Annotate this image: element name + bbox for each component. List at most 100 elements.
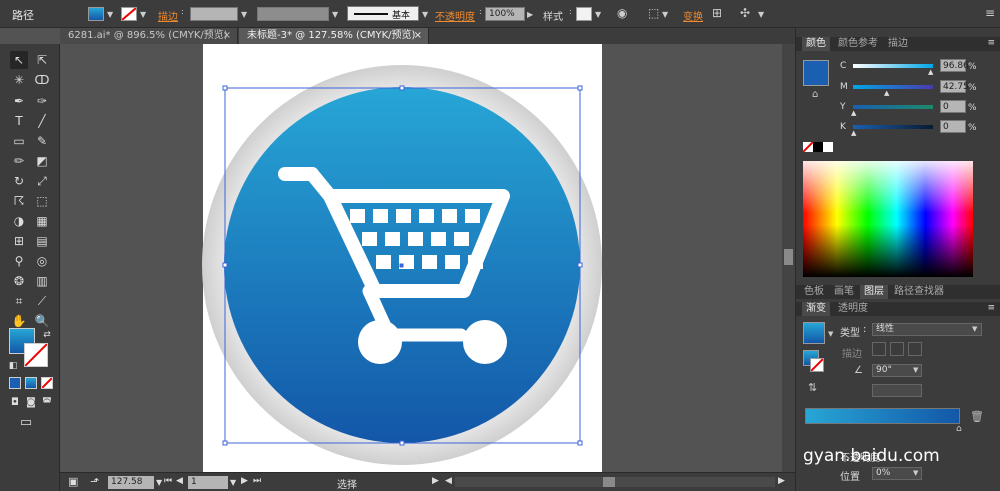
stroke-dropdown-icon[interactable]: ▼ (140, 10, 146, 19)
color-spectrum[interactable] (803, 161, 973, 277)
slider-handle-icon[interactable]: ▲ (928, 68, 933, 76)
magic-wand-tool-icon[interactable]: ✳ (10, 71, 28, 89)
warp-tool-icon[interactable]: ☈ (10, 192, 28, 210)
align-dropdown-icon[interactable]: ▼ (662, 10, 668, 19)
artboard-tool-icon[interactable]: ⌗ (10, 292, 28, 310)
white-swatch[interactable] (823, 142, 833, 152)
pencil-tool-icon[interactable]: ✏ (10, 152, 28, 170)
gradient-stroke-none[interactable] (810, 358, 824, 372)
gradient-type-select[interactable]: 线性 (872, 323, 982, 336)
stroke-across-icon[interactable] (908, 342, 922, 356)
artboard-number-field[interactable]: 1 (188, 476, 228, 489)
tab-stroke[interactable]: 描边 (884, 37, 912, 51)
next-artboard-icon[interactable]: ▶ (241, 476, 248, 486)
tab-brushes[interactable]: 画笔 (830, 285, 858, 299)
selection-tool-icon[interactable]: ↖ (10, 51, 28, 69)
curvature-tool-icon[interactable]: ✑ (33, 92, 51, 110)
blend-tool-icon[interactable]: ◎ (33, 252, 51, 270)
yellow-value[interactable]: 0 (940, 100, 966, 113)
graphic-style-swatch[interactable] (576, 7, 592, 21)
opacity-field[interactable]: 100% (485, 7, 525, 21)
tab-document-2[interactable]: 未标题-3* @ 127.58% (CMYK/预览) × (239, 28, 429, 44)
gradient-slider[interactable] (805, 408, 960, 424)
gradient-tool-icon[interactable]: ▤ (33, 232, 51, 250)
tab-pathfinder[interactable]: 路径查找器 (890, 285, 948, 299)
tab-transparency[interactable]: 透明度 (834, 302, 872, 316)
type-dropdown-icon[interactable]: ▼ (972, 325, 977, 333)
brush-definition-field[interactable]: 基本 (347, 6, 419, 21)
artboard-dropdown-icon[interactable]: ▼ (230, 478, 236, 487)
mesh-tool-icon[interactable]: ⊞ (10, 232, 28, 250)
color-mode-button[interactable] (9, 377, 21, 389)
fill-swatch[interactable] (88, 7, 104, 21)
transform-dropdown-icon[interactable]: ▼ (758, 10, 764, 19)
cyan-value[interactable]: 96.86 (940, 59, 969, 72)
stroke-along-icon[interactable] (890, 342, 904, 356)
slider-handle-icon[interactable]: ▲ (851, 109, 856, 117)
slider-handle-icon[interactable]: ▲ (884, 89, 889, 97)
tab-gradient[interactable]: 渐变 (802, 302, 830, 316)
location-dropdown-icon[interactable]: ▼ (913, 469, 918, 477)
black-swatch[interactable] (813, 142, 823, 152)
previous-artboard-icon[interactable]: ◀ (176, 476, 183, 486)
transform-link[interactable]: 变换 (683, 8, 703, 23)
align-selection-icon[interactable]: ⬚ (648, 6, 659, 20)
stroke-color-box[interactable] (24, 343, 48, 367)
aspect-ratio-field[interactable] (872, 384, 922, 397)
reverse-gradient-icon[interactable]: ⇅ (808, 381, 817, 394)
swap-fill-stroke-icon[interactable]: ⇄ (38, 326, 56, 344)
color-fill-preview[interactable] (803, 60, 829, 86)
brush-dropdown-icon[interactable]: ▼ (422, 10, 428, 19)
tab-color[interactable]: 颜色 (802, 37, 830, 51)
gradient-preview[interactable] (803, 322, 825, 344)
none-mode-button[interactable] (41, 377, 53, 389)
yellow-slider[interactable] (853, 105, 933, 109)
panel-menu-icon[interactable]: ≡ (987, 38, 995, 48)
rotate-tool-icon[interactable]: ↻ (10, 172, 28, 190)
panel-menu-icon[interactable]: ≡ (987, 303, 995, 313)
out-of-gamut-icon[interactable]: ⌂ (812, 89, 818, 100)
type-tool-icon[interactable]: T (10, 112, 28, 130)
horizontal-scrollbar[interactable] (455, 477, 775, 487)
free-transform-tool-icon[interactable]: ⬚ (33, 192, 51, 210)
gradient-dropdown-icon[interactable]: ▼ (828, 330, 833, 338)
gradient-stop-icon[interactable]: ⌂ (956, 424, 962, 434)
shape-builder-tool-icon[interactable]: ◑ (10, 212, 28, 230)
close-icon[interactable]: × (414, 28, 422, 44)
tab-color-guide[interactable]: 颜色参考 (834, 37, 882, 51)
opacity-dropdown-icon[interactable]: ▶ (527, 10, 533, 19)
magenta-value[interactable]: 42.75 (940, 80, 969, 93)
delete-stop-icon[interactable]: 🗑 (970, 410, 984, 423)
stroke-label[interactable]: 描边 (158, 8, 178, 23)
eraser-tool-icon[interactable]: ◩ (33, 152, 51, 170)
cyan-slider[interactable] (853, 64, 933, 68)
black-value[interactable]: 0 (940, 120, 966, 133)
scroll-thumb[interactable] (784, 249, 793, 265)
canvas-area[interactable] (60, 44, 782, 472)
zoom-dropdown-icon[interactable]: ▼ (156, 478, 162, 487)
eyedropper-tool-icon[interactable]: ⚲ (10, 252, 28, 270)
isolate-icon[interactable]: ⊞ (712, 6, 722, 20)
lasso-tool-icon[interactable]: ↀ (33, 71, 51, 89)
export-icon[interactable]: ⬏ (90, 475, 99, 488)
profile-dropdown-icon[interactable]: ▼ (332, 10, 338, 19)
magenta-slider[interactable] (853, 85, 933, 89)
rectangle-tool-icon[interactable]: ▭ (10, 132, 28, 150)
variable-width-profile[interactable] (257, 7, 329, 21)
draw-inside-icon[interactable]: ◚ (38, 394, 56, 412)
close-icon[interactable]: × (223, 28, 231, 44)
default-colors-icon[interactable]: ◧ (4, 357, 22, 375)
transform-options-icon[interactable]: ✣ (740, 6, 750, 20)
fill-dropdown-icon[interactable]: ▼ (107, 10, 113, 19)
tab-swatches[interactable]: 色板 (800, 285, 828, 299)
perspective-grid-tool-icon[interactable]: ▦ (33, 212, 51, 230)
scroll-right-icon[interactable]: ▶ (778, 476, 785, 486)
none-swatch[interactable] (802, 141, 814, 153)
stroke-weight-dropdown-icon[interactable]: ▼ (241, 10, 247, 19)
angle-dropdown-icon[interactable]: ▼ (913, 366, 918, 374)
line-tool-icon[interactable]: ╱ (33, 112, 51, 130)
opacity-label[interactable]: 不透明度 (435, 8, 475, 23)
paintbrush-tool-icon[interactable]: ✎ (33, 132, 51, 150)
scroll-left-icon[interactable]: ◀ (445, 476, 452, 486)
direct-selection-tool-icon[interactable]: ⇱ (33, 51, 51, 69)
